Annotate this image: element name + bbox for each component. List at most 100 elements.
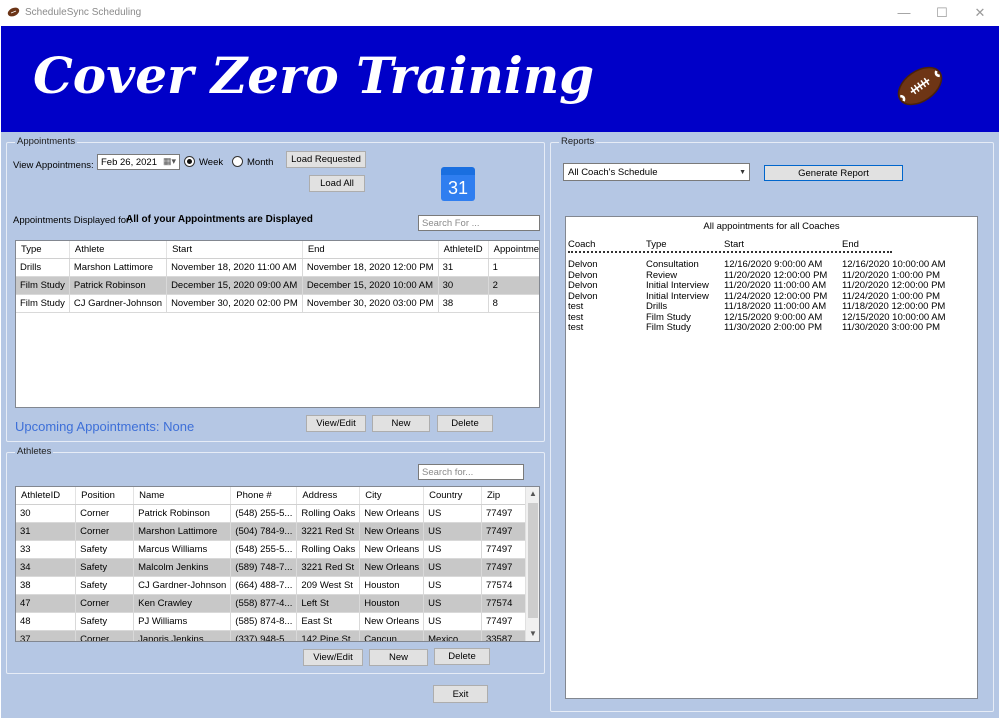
table-cell[interactable]: Patrick Robinson xyxy=(69,276,168,295)
column-header[interactable]: AthleteID xyxy=(16,487,77,505)
athletes-grid[interactable]: AthleteID Position Name Phone # Address City C… xyxy=(15,486,540,642)
table-cell[interactable]: (337) 948-5... xyxy=(230,630,298,641)
athlete-new-button[interactable]: New xyxy=(369,649,428,666)
table-cell[interactable]: 3221 Red St xyxy=(296,522,361,541)
table-cell[interactable]: Safety xyxy=(75,558,135,577)
table-cell[interactable]: 2 xyxy=(488,276,539,295)
table-cell[interactable]: (504) 784-9... xyxy=(230,522,298,541)
appointments-grid[interactable]: TypeAthleteStartEndAthleteIDAppointmeCoa… xyxy=(15,240,540,408)
table-cell[interactable]: (548) 255-5... xyxy=(230,504,298,523)
table-cell[interactable]: Rolling Oaks xyxy=(296,540,361,559)
athletes-search-input[interactable]: Search for... xyxy=(418,464,524,480)
column-header[interactable]: Country xyxy=(423,487,482,505)
scroll-up-icon[interactable]: ▲ xyxy=(526,487,539,501)
column-header[interactable]: AthleteID xyxy=(438,241,489,259)
column-header[interactable]: Start xyxy=(166,241,303,259)
week-radio[interactable] xyxy=(184,156,195,167)
table-cell[interactable]: 38 xyxy=(438,294,489,313)
athlete-delete-button[interactable]: Delete xyxy=(434,648,490,665)
load-all-button[interactable]: Load All xyxy=(309,175,365,192)
table-cell[interactable]: 31 xyxy=(438,258,489,277)
table-cell[interactable]: Safety xyxy=(75,612,135,631)
table-cell[interactable]: US xyxy=(423,540,482,559)
table-cell[interactable]: December 15, 2020 09:00 AM xyxy=(166,276,303,295)
athlete-row[interactable]: 33 Safety Marcus Williams (548) 255-5... Rol… xyxy=(16,540,539,559)
column-header[interactable]: Athlete xyxy=(69,241,168,259)
table-cell[interactable]: November 30, 2020 02:00 PM xyxy=(166,294,303,313)
table-cell[interactable]: Mexico xyxy=(423,630,482,641)
column-header[interactable]: Phone # xyxy=(230,487,298,505)
column-header[interactable]: Position xyxy=(75,487,135,505)
table-cell[interactable]: Left St xyxy=(296,594,361,613)
athlete-row[interactable]: 48 Safety PJ Williams (585) 874-8... East St… xyxy=(16,612,539,631)
table-cell[interactable]: (548) 255-5... xyxy=(230,540,298,559)
appointment-row[interactable]: Film Study CJ Gardner-Johnson November 30,… xyxy=(16,294,539,313)
table-cell[interactable]: Rolling Oaks xyxy=(296,504,361,523)
scroll-thumb[interactable] xyxy=(528,503,538,618)
table-cell[interactable]: New Orleans xyxy=(359,522,425,541)
table-cell[interactable]: November 18, 2020 11:00 AM xyxy=(166,258,303,277)
athlete-row[interactable]: 34 Safety Malcolm Jenkins (589) 748-7... 322… xyxy=(16,558,539,577)
table-cell[interactable]: CJ Gardner-Johnson xyxy=(133,576,232,595)
table-cell[interactable]: 142 Pine St xyxy=(296,630,361,641)
column-header[interactable]: Address xyxy=(296,487,361,505)
table-cell[interactable]: 30 xyxy=(438,276,489,295)
table-cell[interactable]: 47 xyxy=(16,594,77,613)
table-cell[interactable]: US xyxy=(423,522,482,541)
table-cell[interactable]: 33 xyxy=(16,540,77,559)
table-cell[interactable]: 8 xyxy=(488,294,539,313)
table-cell[interactable]: New Orleans xyxy=(359,612,425,631)
table-cell[interactable]: US xyxy=(423,558,482,577)
table-cell[interactable]: (585) 874-8... xyxy=(230,612,298,631)
table-cell[interactable]: 48 xyxy=(16,612,77,631)
column-header[interactable]: End xyxy=(302,241,439,259)
table-cell[interactable]: 31 xyxy=(16,522,77,541)
table-cell[interactable]: Corner xyxy=(75,630,135,641)
table-cell[interactable]: Corner xyxy=(75,522,135,541)
table-cell[interactable]: Marshon Lattimore xyxy=(133,522,232,541)
appointments-search-input[interactable]: Search For ... xyxy=(418,215,540,231)
table-cell[interactable]: 37 xyxy=(16,630,77,641)
table-cell[interactable]: New Orleans xyxy=(359,540,425,559)
athlete-view-edit-button[interactable]: View/Edit xyxy=(303,649,363,666)
table-cell[interactable]: November 30, 2020 03:00 PM xyxy=(302,294,439,313)
scroll-down-icon[interactable]: ▼ xyxy=(526,627,539,641)
table-cell[interactable]: December 15, 2020 10:00 AM xyxy=(302,276,439,295)
exit-button[interactable]: Exit xyxy=(433,685,488,703)
table-cell[interactable]: US xyxy=(423,612,482,631)
table-cell[interactable]: US xyxy=(423,576,482,595)
column-header[interactable]: Type xyxy=(16,241,70,259)
athlete-row[interactable]: 38 Safety CJ Gardner-Johnson (664) 488-7...… xyxy=(16,576,539,595)
table-cell[interactable]: CJ Gardner-Johnson xyxy=(69,294,168,313)
table-cell[interactable]: (589) 748-7... xyxy=(230,558,298,577)
column-header[interactable]: City xyxy=(359,487,425,505)
table-cell[interactable]: Corner xyxy=(75,504,135,523)
column-header[interactable]: Appointme xyxy=(488,241,539,259)
month-radio[interactable] xyxy=(232,156,243,167)
appointment-view-edit-button[interactable]: View/Edit xyxy=(306,415,366,432)
table-cell[interactable]: US xyxy=(423,594,482,613)
minimize-button[interactable]: — xyxy=(890,4,918,22)
table-cell[interactable]: Houston xyxy=(359,576,425,595)
table-cell[interactable]: New Orleans xyxy=(359,504,425,523)
athletes-scrollbar[interactable]: ▲ ▼ xyxy=(525,487,539,641)
table-cell[interactable]: Drills xyxy=(16,258,70,277)
table-cell[interactable]: Film Study xyxy=(16,294,70,313)
table-cell[interactable]: Patrick Robinson xyxy=(133,504,232,523)
column-header[interactable]: Name xyxy=(133,487,232,505)
close-button[interactable]: ✕ xyxy=(966,4,994,22)
table-cell[interactable]: Ken Crawley xyxy=(133,594,232,613)
load-requested-button[interactable]: Load Requested xyxy=(286,151,366,168)
table-cell[interactable]: Safety xyxy=(75,540,135,559)
calendar-dropdown-icon[interactable]: ▦▾ xyxy=(163,156,176,167)
table-cell[interactable]: November 18, 2020 12:00 PM xyxy=(302,258,439,277)
table-cell[interactable]: (558) 877-4... xyxy=(230,594,298,613)
table-cell[interactable]: Film Study xyxy=(16,276,70,295)
appointment-delete-button[interactable]: Delete xyxy=(437,415,493,432)
table-cell[interactable]: 34 xyxy=(16,558,77,577)
appointment-row[interactable]: Film Study Patrick Robinson December 15, 2… xyxy=(16,276,539,295)
table-cell[interactable]: New Orleans xyxy=(359,558,425,577)
table-cell[interactable]: 209 West St xyxy=(296,576,361,595)
table-cell[interactable]: Cancun xyxy=(359,630,425,641)
table-cell[interactable]: Marcus Williams xyxy=(133,540,232,559)
